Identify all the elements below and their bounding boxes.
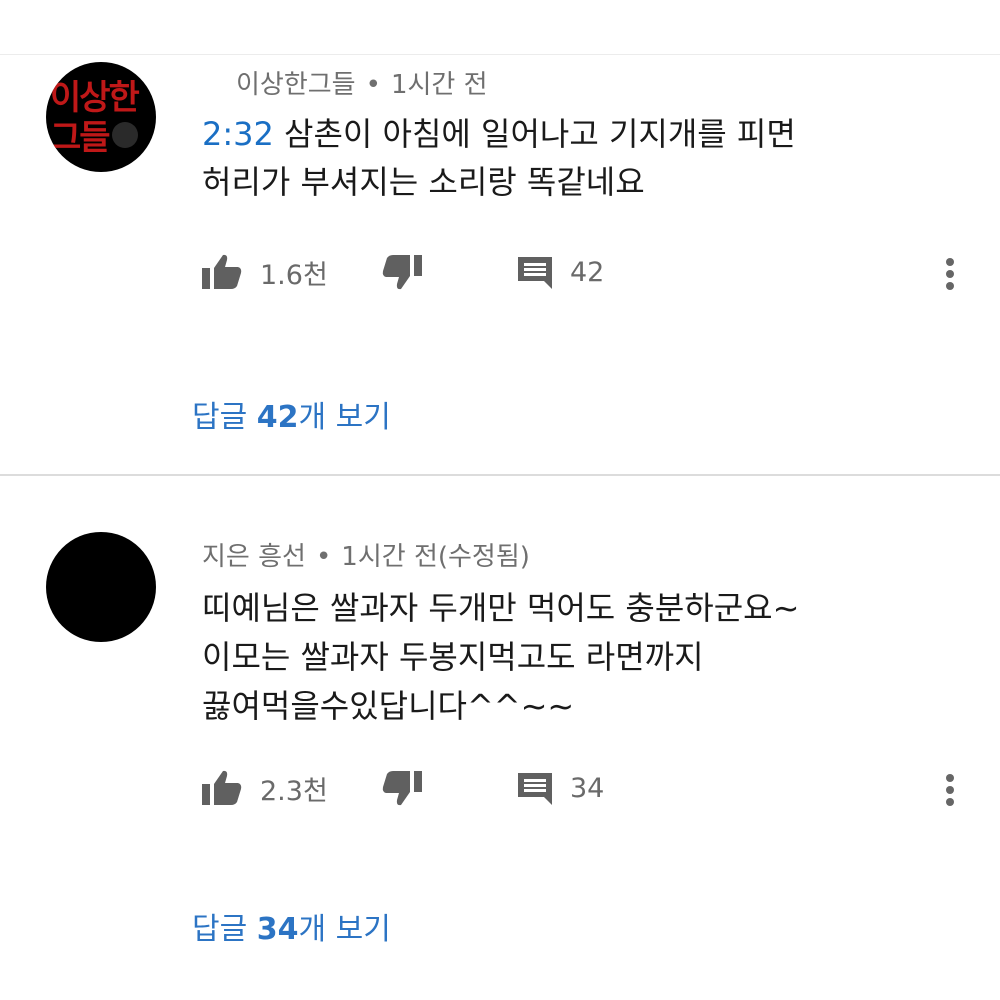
thumbs-up-icon [200, 769, 244, 807]
replies-suffix: 개 보기 [298, 912, 391, 947]
comment-time: 1시간 전(수정됨) [341, 542, 530, 572]
comment-time: 1시간 전 [390, 70, 488, 100]
reply-count: 34 [570, 772, 605, 804]
like-count: 1.6천 [260, 259, 328, 291]
comment-icon [516, 769, 554, 807]
author-name[interactable]: 이상한그들 [236, 70, 356, 100]
avatar[interactable]: 이상한 그들 [46, 62, 156, 172]
reply-button[interactable]: 42 [516, 252, 604, 292]
avatar-figure [112, 122, 138, 148]
replies-number: 34 [256, 912, 299, 947]
comment-text-line: 띠예님은 쌀과자 두개만 먹어도 충분하군요~ [202, 589, 800, 627]
comment-divider [0, 474, 1000, 476]
dislike-button[interactable] [380, 768, 424, 808]
reply-count: 42 [570, 256, 605, 288]
like-button[interactable]: 1.6천 [200, 252, 328, 292]
comment-text: 띠예님은 쌀과자 두개만 먹어도 충분하군요~ 이모는 쌀과자 두봉지먹고도 라… [202, 584, 799, 731]
replies-number: 42 [256, 400, 299, 435]
replies-prefix: 답글 [192, 912, 257, 947]
avatar-logo-text: 이상한 그들 [50, 78, 140, 158]
comment-text-line: 삼촌이 아침에 일어나고 기지개를 피면 [273, 115, 796, 153]
comment-icon [516, 253, 554, 291]
reply-button[interactable]: 34 [516, 768, 604, 808]
like-count: 2.3천 [260, 775, 328, 807]
comment-text-line: 허리가 부셔지는 소리랑 똑같네요 [202, 163, 645, 201]
more-vertical-icon[interactable] [940, 770, 960, 810]
replies-prefix: 답글 [192, 400, 257, 435]
action-row: 1.6천 42 [200, 252, 980, 292]
like-button[interactable]: 2.3천 [200, 768, 328, 808]
thumbs-down-icon [380, 253, 424, 291]
meta-separator: • [365, 70, 381, 100]
action-row: 2.3천 34 [200, 768, 980, 808]
comment-item: 이상한 그들 이상한그들 • 1시간 전 2:32 삼촌이 아침에 일어나고 기지개… [0, 0, 1000, 474]
comment-text-line: 끓여먹을수있답니다^^~~ [202, 687, 575, 725]
dislike-button[interactable] [380, 252, 424, 292]
avatar[interactable] [46, 532, 156, 642]
comment-text-line: 이모는 쌀과자 두봉지먹고도 라면까지 [202, 638, 704, 676]
author-name[interactable]: 지은 흥선 [202, 542, 306, 572]
more-vertical-icon[interactable] [940, 254, 960, 294]
meta-separator: • [315, 542, 332, 572]
view-replies-link[interactable]: 답글 42개 보기 [192, 392, 391, 436]
timestamp-link[interactable]: 2:32 [202, 115, 274, 153]
replies-suffix: 개 보기 [298, 400, 391, 435]
thumbs-down-icon [380, 769, 424, 807]
view-replies-link[interactable]: 답글 34개 보기 [192, 904, 391, 948]
comment-meta: 지은 흥선 • 1시간 전(수정됨) [202, 536, 530, 573]
thumbs-up-icon [200, 253, 244, 291]
comment-meta: 이상한그들 • 1시간 전 [236, 64, 488, 101]
comment-text: 2:32 삼촌이 아침에 일어나고 기지개를 피면 허리가 부셔지는 소리랑 똑… [202, 110, 796, 206]
comment-item: 지은 흥선 • 1시간 전(수정됨) 띠예님은 쌀과자 두개만 먹어도 충분하군요~… [0, 478, 1000, 1000]
